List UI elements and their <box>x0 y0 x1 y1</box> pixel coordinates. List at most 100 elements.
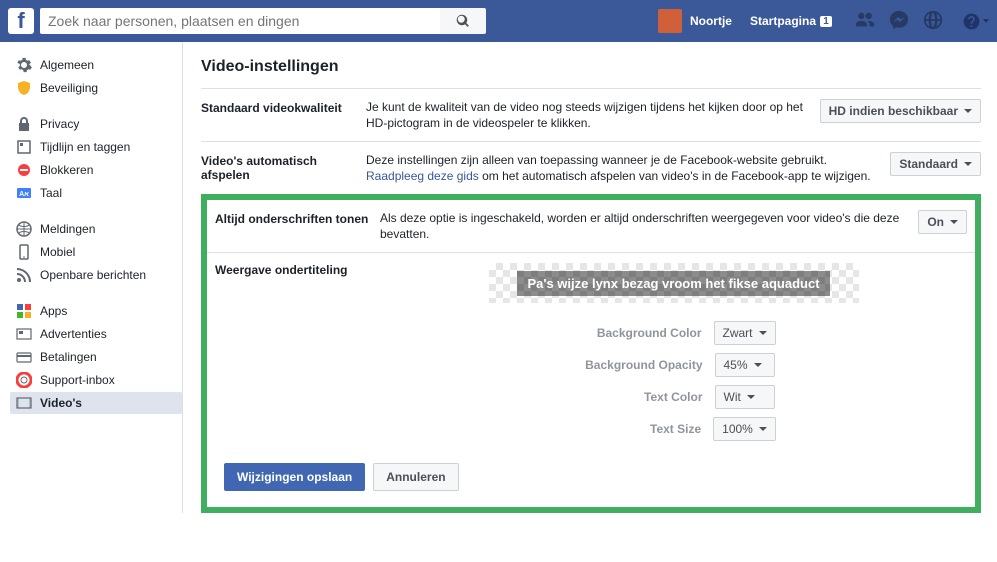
sidebar-item-label: Support-inbox <box>40 373 115 387</box>
bg-opacity-dropdown[interactable]: 45% <box>715 353 775 377</box>
sidebar-item-label: Blokkeren <box>40 163 93 177</box>
avatar[interactable] <box>658 9 682 33</box>
sidebar-item-support[interactable]: Support-inbox <box>10 369 182 391</box>
bg-color-dropdown[interactable]: Zwart <box>714 321 776 345</box>
settings-sidebar: Algemeen Beveiliging Privacy Tijdlijn en… <box>0 42 182 513</box>
facebook-logo[interactable]: f <box>8 8 34 34</box>
sidebar-item-label: Meldingen <box>40 222 95 236</box>
captions-always-label: Altijd onderschriften tonen <box>215 210 380 226</box>
rss-icon <box>16 267 32 283</box>
user-name-label[interactable]: Noortje <box>690 14 732 28</box>
sidebar-item-label: Beveiliging <box>40 81 98 95</box>
globe-icon[interactable] <box>922 9 944 34</box>
chevron-down-icon <box>759 331 767 335</box>
shield-icon <box>16 80 32 96</box>
search-button[interactable] <box>440 8 486 34</box>
chevron-down-icon <box>964 162 972 166</box>
row-autoplay: Video's automatisch afspelen Deze instel… <box>201 142 981 194</box>
sidebar-item-advertenties[interactable]: Advertenties <box>10 323 182 345</box>
home-badge: 1 <box>820 16 832 27</box>
autoplay-guide-link[interactable]: Raadpleeg deze gids <box>366 169 479 183</box>
text-size-dropdown[interactable]: 100% <box>713 417 776 441</box>
sidebar-item-tijdlijn[interactable]: Tijdlijn en taggen <box>10 136 182 158</box>
sidebar-item-betalingen[interactable]: Betalingen <box>10 346 182 368</box>
search-icon <box>456 14 470 28</box>
sidebar-item-label: Advertenties <box>40 327 107 341</box>
sidebar-item-label: Openbare berichten <box>40 268 146 282</box>
text-size-label: Text Size <box>571 422 701 436</box>
row-quality: Standaard videokwaliteit Je kunt de kwal… <box>201 89 981 142</box>
autoplay-desc: Deze instellingen zijn alleen van toepas… <box>366 152 890 184</box>
subtitle-preview-area: Pa's wijze lynx bezag vroom het fikse aq… <box>489 263 859 303</box>
page-title: Video-instellingen <box>201 58 981 89</box>
lifebuoy-icon <box>16 372 32 388</box>
sidebar-item-openbare[interactable]: Openbare berichten <box>10 264 182 286</box>
sidebar-item-label: Video's <box>40 396 82 410</box>
quality-dropdown[interactable]: HD indien beschikbaar <box>820 99 981 123</box>
autoplay-label: Video's automatisch afspelen <box>201 152 366 182</box>
search-box <box>40 8 486 34</box>
chevron-down-icon <box>747 395 755 399</box>
sidebar-item-blokkeren[interactable]: Blokkeren <box>10 159 182 181</box>
card-icon <box>16 349 32 365</box>
subtitle-display-label: Weergave ondertiteling <box>215 263 380 277</box>
header-icons <box>854 9 944 34</box>
chevron-down-icon <box>754 363 762 367</box>
chevron-down-icon <box>950 220 958 224</box>
sidebar-item-label: Mobiel <box>40 245 75 259</box>
chevron-down-icon <box>983 19 989 23</box>
language-icon: Aא <box>16 185 32 201</box>
sidebar-item-label: Algemeen <box>40 58 94 72</box>
save-button[interactable]: Wijzigingen opslaan <box>224 463 365 491</box>
sidebar-item-privacy[interactable]: Privacy <box>10 113 182 135</box>
sidebar-item-mobiel[interactable]: Mobiel <box>10 241 182 263</box>
chevron-down-icon <box>759 427 767 431</box>
autoplay-value: Standaard <box>899 157 958 171</box>
svg-text:Aא: Aא <box>19 191 29 198</box>
captions-always-value: On <box>927 215 944 229</box>
sidebar-item-label: Apps <box>40 304 67 318</box>
sidebar-item-beveiliging[interactable]: Beveiliging <box>10 77 182 99</box>
main-content: Video-instellingen Standaard videokwalit… <box>182 42 997 513</box>
help-icon[interactable] <box>962 12 989 31</box>
top-header: f Noortje Startpagina 1 <box>0 0 997 42</box>
sidebar-item-apps[interactable]: Apps <box>10 300 182 322</box>
lock-icon <box>16 116 32 132</box>
sidebar-item-videos[interactable]: Video's <box>10 392 182 414</box>
sidebar-item-label: Privacy <box>40 117 79 131</box>
sidebar-item-algemeen[interactable]: Algemeen <box>10 54 182 76</box>
quality-value: HD indien beschikbaar <box>829 104 958 118</box>
sidebar-item-label: Tijdlijn en taggen <box>40 140 130 154</box>
timeline-icon <box>16 139 32 155</box>
search-input[interactable] <box>40 8 440 34</box>
mobile-icon <box>16 244 32 260</box>
home-link[interactable]: Startpagina 1 <box>744 14 838 28</box>
friends-icon[interactable] <box>854 9 876 34</box>
highlight-box: Altijd onderschriften tonen Als deze opt… <box>201 194 981 513</box>
quality-desc: Je kunt de kwaliteit van de video nog st… <box>366 99 820 131</box>
sidebar-item-meldingen[interactable]: Meldingen <box>10 218 182 240</box>
text-color-label: Text Color <box>573 390 703 404</box>
ad-icon <box>16 326 32 342</box>
text-color-dropdown[interactable]: Wit <box>715 385 775 409</box>
subtitle-preview-text: Pa's wijze lynx bezag vroom het fikse aq… <box>517 271 829 296</box>
gear-icon <box>16 57 32 73</box>
apps-icon <box>16 303 32 319</box>
bg-opacity-label: Background Opacity <box>573 358 703 372</box>
sidebar-item-label: Taal <box>40 186 62 200</box>
row-captions-always: Altijd onderschriften tonen Als deze opt… <box>207 200 975 253</box>
page-layout: Algemeen Beveiliging Privacy Tijdlijn en… <box>0 42 997 513</box>
block-icon <box>16 162 32 178</box>
captions-always-desc: Als deze optie is ingeschakeld, worden e… <box>380 210 918 242</box>
messenger-icon[interactable] <box>888 9 910 34</box>
chevron-down-icon <box>964 109 972 113</box>
captions-always-dropdown[interactable]: On <box>918 210 967 234</box>
cancel-button[interactable]: Annuleren <box>373 463 458 491</box>
quality-label: Standaard videokwaliteit <box>201 99 366 115</box>
header-right: Noortje Startpagina 1 <box>658 9 989 34</box>
home-label: Startpagina <box>750 14 816 28</box>
autoplay-dropdown[interactable]: Standaard <box>890 152 981 176</box>
globe-icon <box>16 221 32 237</box>
row-subtitle-display: Weergave ondertiteling Pa's wijze lynx b… <box>207 253 975 507</box>
sidebar-item-taal[interactable]: Aא Taal <box>10 182 182 204</box>
